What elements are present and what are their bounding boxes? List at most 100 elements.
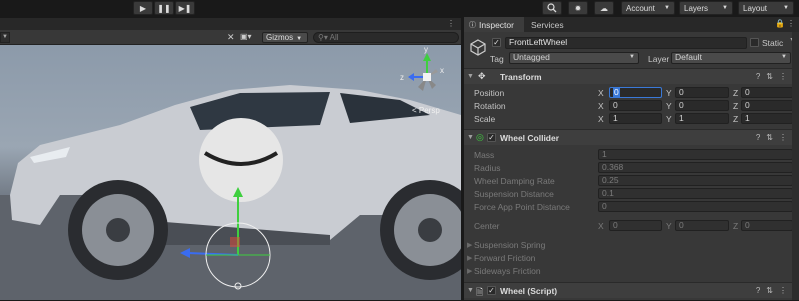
foldout-closed-icon: ▶	[467, 268, 473, 275]
orientation-gizmo[interactable]: y z x	[400, 45, 444, 91]
layer-label: Layer	[648, 54, 670, 64]
tag-dropdown[interactable]: Untagged ▼	[509, 52, 639, 64]
chevron-down-icon: ▼	[722, 5, 728, 11]
persp-label[interactable]: < Persp	[412, 106, 440, 115]
scale-z-field[interactable]: 1	[741, 113, 793, 124]
center-y-field[interactable]: 0	[675, 220, 729, 231]
more-options-icon[interactable]: ⋮	[787, 19, 795, 28]
center-label: Center	[474, 221, 500, 231]
y-label: Y	[666, 101, 672, 111]
position-z-field[interactable]: 0	[741, 87, 793, 98]
scene-viewport[interactable]: y z x < Persp	[0, 45, 461, 300]
tab-services-label: Services	[531, 19, 564, 30]
wheel-script-header[interactable]: ▼ 🗎 ✓ Wheel (Script) ?⇅⋮	[464, 282, 799, 298]
gizmos-label: Gizmos	[266, 33, 294, 42]
chevron-down-icon: ▼	[664, 5, 670, 11]
search-icon: ⚲▾	[318, 33, 328, 42]
force-app-point-distance-field[interactable]: 0	[598, 201, 793, 212]
wheel-script-enabled-checkbox[interactable]: ✓	[487, 286, 496, 295]
pause-button[interactable]: ❚❚	[154, 1, 174, 15]
z-label: Z	[733, 221, 739, 231]
layout-dropdown[interactable]: Layout ▼	[738, 1, 794, 15]
scale-x-field[interactable]: 1	[609, 113, 662, 124]
z-axis-label: z	[400, 73, 404, 82]
active-checkbox[interactable]: ✓	[492, 38, 501, 47]
force-app-point-distance-label: Force App Point Distance	[474, 202, 570, 212]
search-button[interactable]	[542, 1, 562, 15]
gizmos-dropdown[interactable]: Gizmos ▼	[262, 32, 308, 43]
layer-dropdown[interactable]: Default ▼	[671, 52, 791, 64]
layers-label: Layers	[684, 3, 709, 13]
inspector-tab-bar: ⓘ Inspector Services 🔒 ⋮	[464, 17, 799, 32]
layout-label: Layout	[743, 3, 768, 13]
transform-title: Transform	[500, 72, 542, 82]
radius-field[interactable]: 0.368	[598, 162, 793, 173]
sideways-friction-label: Sideways Friction	[474, 266, 541, 276]
rotation-z-field[interactable]: 0	[741, 100, 793, 111]
wheel-collider-gizmo	[199, 118, 283, 202]
wheel-collider-header[interactable]: ▼ ◎ ✓ Wheel Collider ?⇅⋮	[464, 129, 799, 145]
center-x-field[interactable]: 0	[609, 220, 662, 231]
layer-value: Default	[675, 52, 702, 62]
x-axis-label: x	[440, 66, 444, 75]
position-y-field[interactable]: 0	[675, 87, 729, 98]
tab-services[interactable]: Services	[526, 17, 574, 32]
foldout-open-icon: ▼	[467, 287, 474, 294]
sun-icon: ✹	[574, 3, 582, 13]
search-icon	[547, 3, 557, 13]
suspension-distance-field[interactable]: 0.1	[598, 188, 793, 199]
wheel-collider-enabled-checkbox[interactable]: ✓	[487, 133, 496, 142]
pause-icon: ❚❚	[157, 3, 171, 13]
object-name-field[interactable]: FrontLeftWheel	[505, 37, 747, 49]
position-x-value: 0	[613, 87, 620, 97]
main-toolbar: ▶ ❚❚ ▶❚ ✹ ☁ Account ▼ Layers ▼ Layout ▼	[0, 0, 799, 17]
wheel-damping-rate-field[interactable]: 0.25	[598, 175, 793, 186]
foldout-closed-icon: ▶	[467, 242, 473, 249]
foldout-open-icon: ▼	[467, 73, 474, 80]
chevron-down-icon: ▼	[783, 5, 789, 11]
position-x-field[interactable]: 0	[609, 87, 662, 98]
scene-search-input[interactable]: ⚲▾ All	[313, 32, 459, 43]
step-button[interactable]: ▶❚	[175, 1, 195, 15]
chevron-down-icon: ▼	[781, 54, 787, 60]
component-header-icons[interactable]: ?⇅⋮	[756, 286, 793, 295]
collab-button[interactable]: ✹	[568, 1, 588, 15]
y-label: Y	[666, 221, 672, 231]
foldout-closed-icon: ▶	[467, 255, 473, 262]
mass-field[interactable]: 1	[598, 149, 793, 160]
mass-label: Mass	[474, 150, 495, 160]
script-icon: 🗎	[476, 287, 484, 297]
radius-label: Radius	[474, 163, 501, 173]
wheel-damping-rate-label: Wheel Damping Rate	[474, 176, 555, 186]
tab-inspector[interactable]: ⓘ Inspector	[464, 17, 524, 32]
center-z-field[interactable]: 0	[741, 220, 793, 231]
scene-render: y z x < Persp	[0, 45, 461, 300]
chevron-down-icon: ▼	[629, 54, 635, 60]
component-header-icons[interactable]: ?⇅⋮	[756, 72, 793, 81]
layers-dropdown[interactable]: Layers ▼	[679, 1, 733, 15]
rotation-y-field[interactable]: 0	[675, 100, 729, 111]
tools-icon[interactable]: ✕	[227, 32, 235, 43]
play-button[interactable]: ▶	[133, 1, 153, 15]
transform-header[interactable]: ▼ ✥ Transform ?⇅⋮	[464, 68, 799, 84]
search-placeholder: All	[329, 33, 339, 42]
component-header-icons[interactable]: ?⇅⋮	[756, 133, 793, 142]
foldout-open-icon: ▼	[467, 134, 474, 141]
lock-icon[interactable]: 🔒	[775, 19, 785, 28]
chevron-down-icon: ▼	[296, 36, 303, 42]
inspector-scrollbar[interactable]	[792, 32, 799, 300]
scene-toolbar: ▼ ✕ ▣▾ Gizmos ▼ ⚲▾ All	[0, 30, 461, 45]
scale-label: Scale	[474, 114, 496, 124]
x-label: X	[598, 101, 604, 111]
static-checkbox[interactable]	[750, 38, 759, 47]
cloud-button[interactable]: ☁	[594, 1, 614, 15]
rotation-x-field[interactable]: 0	[609, 100, 662, 111]
more-options-icon[interactable]: ⋮	[447, 19, 455, 28]
account-dropdown[interactable]: Account ▼	[621, 1, 675, 15]
step-icon: ▶❚	[178, 3, 192, 13]
draw-mode-dropdown[interactable]: ▼	[0, 32, 10, 43]
transform-icon: ✥	[478, 71, 486, 81]
tab-inspector-label: Inspector	[479, 19, 514, 30]
camera-icon[interactable]: ▣▾	[240, 32, 252, 41]
scale-y-field[interactable]: 1	[675, 113, 729, 124]
